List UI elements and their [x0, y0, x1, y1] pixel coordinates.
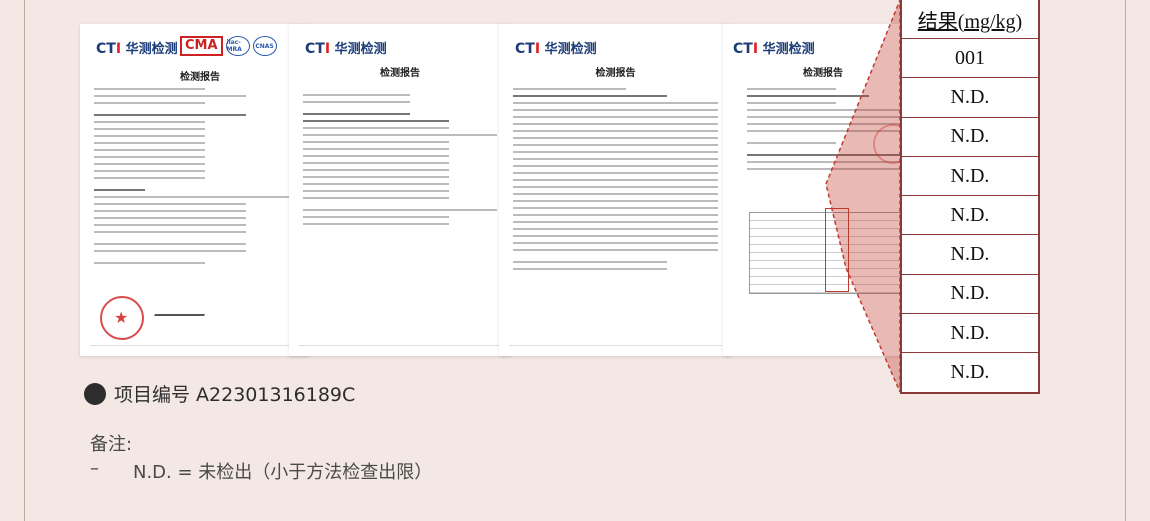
result-table-zoom: 结果(mg/kg) 001 N.D. N.D. N.D. N.D. N.D. N…: [900, 0, 1040, 394]
result-table-cell: N.D.: [902, 313, 1038, 352]
result-table-cell: N.D.: [902, 116, 1038, 156]
result-table-cell: N.D.: [902, 77, 1038, 116]
result-table-header: 结果(mg/kg): [917, 10, 1023, 33]
result-table-cell: N.D.: [902, 234, 1038, 273]
result-table-cell: 001: [902, 38, 1038, 77]
result-table-cell: N.D.: [902, 273, 1038, 313]
result-table-cell: N.D.: [902, 195, 1038, 234]
result-table-cell: N.D.: [902, 155, 1038, 195]
result-table-cell: N.D.: [902, 352, 1038, 391]
